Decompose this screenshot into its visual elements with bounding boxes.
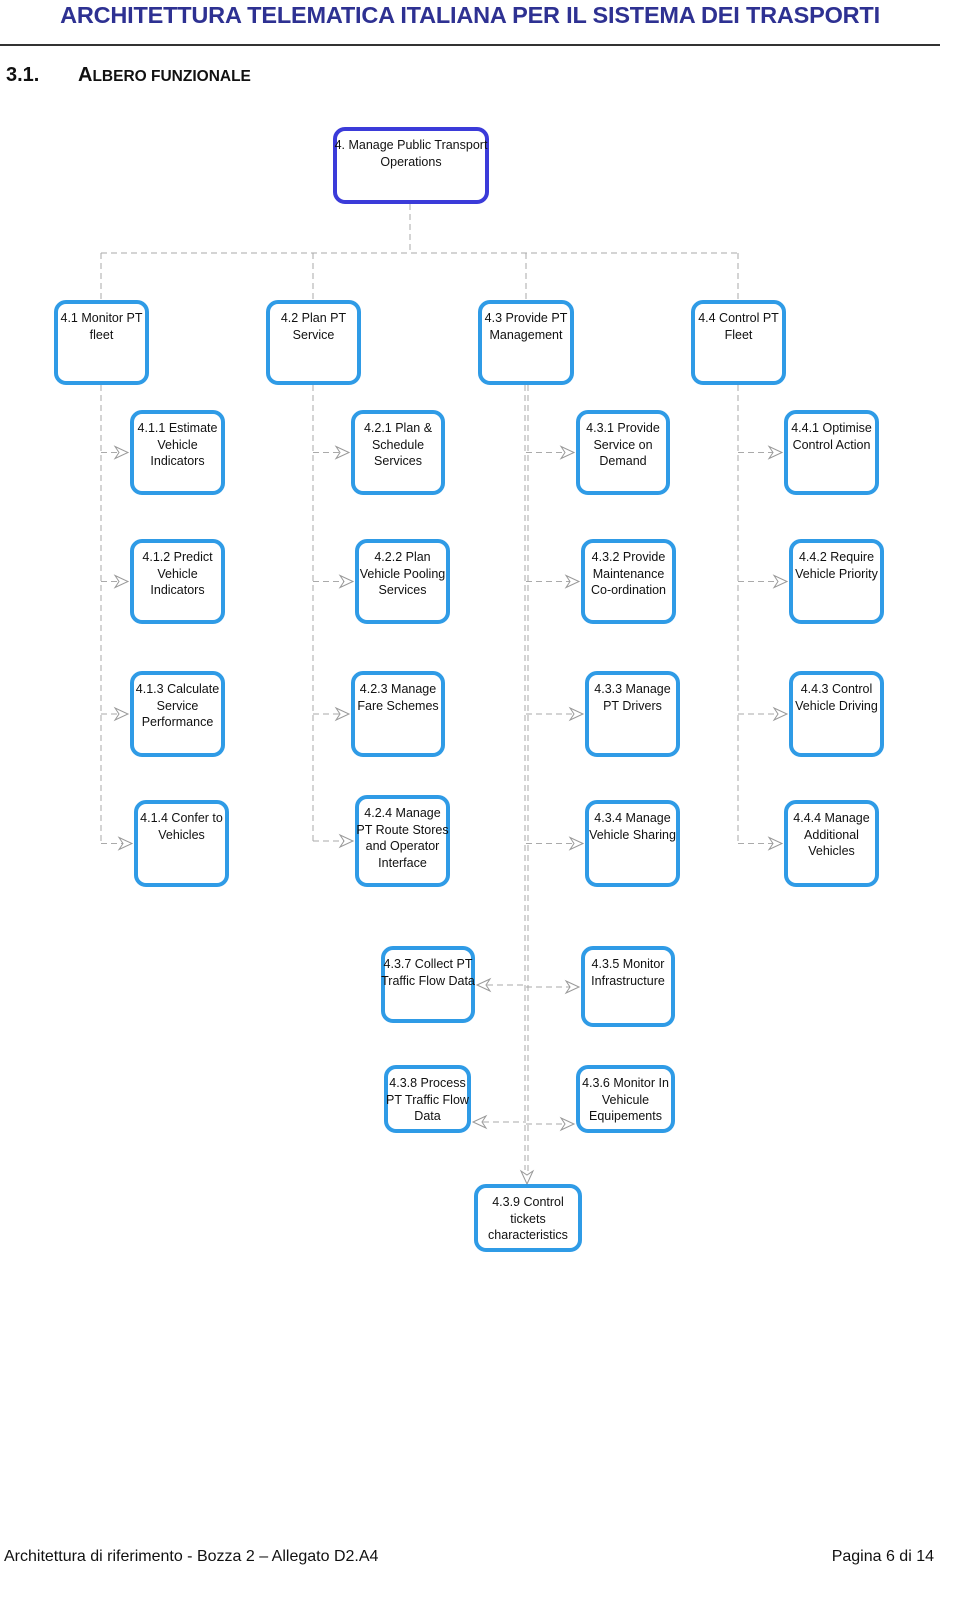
function-node-4-1: 4.1 Monitor PT fleet: [54, 300, 149, 385]
arrowhead-icon: [117, 836, 134, 851]
function-node-4-4-1: 4.4.1 Optimise Control Action: [784, 410, 879, 495]
function-node-4-2: 4.2 Plan PT Service: [266, 300, 361, 385]
arrowhead-icon: [519, 1169, 535, 1186]
function-node-4-3-3: 4.3.3 Manage PT Drivers: [585, 671, 680, 757]
function-node-label: 4.4.4 Manage Additional Vehicles: [793, 811, 870, 858]
function-node-4-2-3: 4.2.3 Manage Fare Schemes: [351, 671, 445, 757]
function-node-4-4: 4.4 Control PT Fleet: [691, 300, 786, 385]
function-node-label: 4.3.9 Control tickets characteristics: [488, 1195, 568, 1242]
footer-document-reference: Architettura di riferimento - Bozza 2 – …: [4, 1548, 379, 1565]
function-node-label: 4.3.6 Monitor In Vehicule Equipements: [582, 1076, 669, 1123]
function-node-4-2-1: 4.2.1 Plan & Schedule Services: [351, 410, 445, 495]
function-node-4-1-2: 4.1.2 Predict Vehicle Indicators: [130, 539, 225, 624]
function-node-label: 4.2.2 Plan Vehicle Pooling Services: [359, 550, 446, 597]
function-node-4-1-1: 4.1.1 Estimate Vehicle Indicators: [130, 410, 225, 495]
function-node-label: 4.3.7 Collect PT Traffic Flow Data: [381, 957, 475, 988]
function-node-label: 4.4 Control PT Fleet: [698, 311, 779, 342]
function-node-label: 4.4.1 Optimise Control Action: [791, 421, 872, 452]
arrowhead-icon: [338, 833, 355, 849]
function-node-label: 4.1.2 Predict Vehicle Indicators: [142, 550, 213, 597]
function-node-label: 4.2.1 Plan & Schedule Services: [363, 421, 433, 468]
function-node-label: 4.4.2 Require Vehicle Priority: [795, 550, 878, 581]
function-node-label: 4.3.4 Manage Vehicle Sharing: [589, 811, 676, 842]
function-node-4-4-4: 4.4.4 Manage Additional Vehicles: [784, 800, 879, 887]
function-node-4-2-4: 4.2.4 Manage PT Route Stores and Operato…: [355, 795, 450, 887]
function-node-4-1-3: 4.1.3 Calculate Service Performance: [130, 671, 225, 757]
function-node-4-4-2: 4.4.2 Require Vehicle Priority: [789, 539, 884, 624]
function-node-4-3-8: 4.3.8 Process PT Traffic Flow Data: [384, 1065, 471, 1133]
arrowhead-icon: [772, 706, 789, 722]
function-node-4: 4. Manage Public Transport Operations: [333, 127, 489, 204]
function-node-4-3-5: 4.3.5 Monitor Infrastructure: [581, 946, 675, 1027]
function-node-4-3-6: 4.3.6 Monitor In Vehicule Equipements: [576, 1065, 675, 1133]
function-node-label: 4.3.2 Provide Maintenance Co-ordination: [590, 550, 667, 597]
function-node-label: 4.1 Monitor PT fleet: [60, 311, 143, 342]
function-node-label: 4.4.3 Control Vehicle Driving: [795, 682, 878, 713]
function-node-4-3: 4.3 Provide PT Management: [478, 300, 574, 385]
function-node-label: 4.1.1 Estimate Vehicle Indicators: [137, 421, 218, 468]
function-node-label: 4.1.4 Confer to Vehicles: [140, 811, 223, 842]
function-node-label: 4.3.3 Manage PT Drivers: [594, 682, 671, 713]
function-node-4-3-4: 4.3.4 Manage Vehicle Sharing: [585, 800, 680, 887]
function-node-label: 4.1.3 Calculate Service Performance: [135, 682, 220, 729]
function-node-label: 4.2.3 Manage Fare Schemes: [357, 682, 439, 713]
function-node-label: 4.2 Plan PT Service: [280, 311, 347, 342]
arrowhead-icon: [338, 574, 355, 589]
arrowhead-icon: [772, 574, 789, 589]
footer-page-number: Pagina 6 di 14: [831, 1548, 934, 1565]
function-node-label: 4.2.4 Manage PT Route Stores and Operato…: [356, 806, 449, 870]
function-node-label: 4.3 Provide PT Management: [484, 311, 568, 342]
function-node-4-3-9: 4.3.9 Control tickets characteristics: [474, 1184, 582, 1252]
function-node-4-2-2: 4.2.2 Plan Vehicle Pooling Services: [355, 539, 450, 624]
function-node-4-4-3: 4.4.3 Control Vehicle Driving: [789, 671, 884, 757]
arrowhead-icon: [559, 445, 576, 460]
function-node-label: 4. Manage Public Transport Operations: [334, 138, 488, 169]
function-node-label: 4.3.5 Monitor Infrastructure: [591, 957, 665, 988]
function-node-label: 4.3.8 Process PT Traffic Flow Data: [386, 1076, 469, 1123]
function-node-4-3-7: 4.3.7 Collect PT Traffic Flow Data: [381, 946, 475, 1023]
function-node-4-3-1: 4.3.1 Provide Service on Demand: [576, 410, 670, 495]
function-node-4-1-4: 4.1.4 Confer to Vehicles: [134, 800, 229, 887]
function-node-4-3-2: 4.3.2 Provide Maintenance Co-ordination: [581, 539, 676, 624]
function-node-label: 4.3.1 Provide Service on Demand: [586, 421, 660, 468]
arrowhead-icon: [559, 1116, 576, 1132]
